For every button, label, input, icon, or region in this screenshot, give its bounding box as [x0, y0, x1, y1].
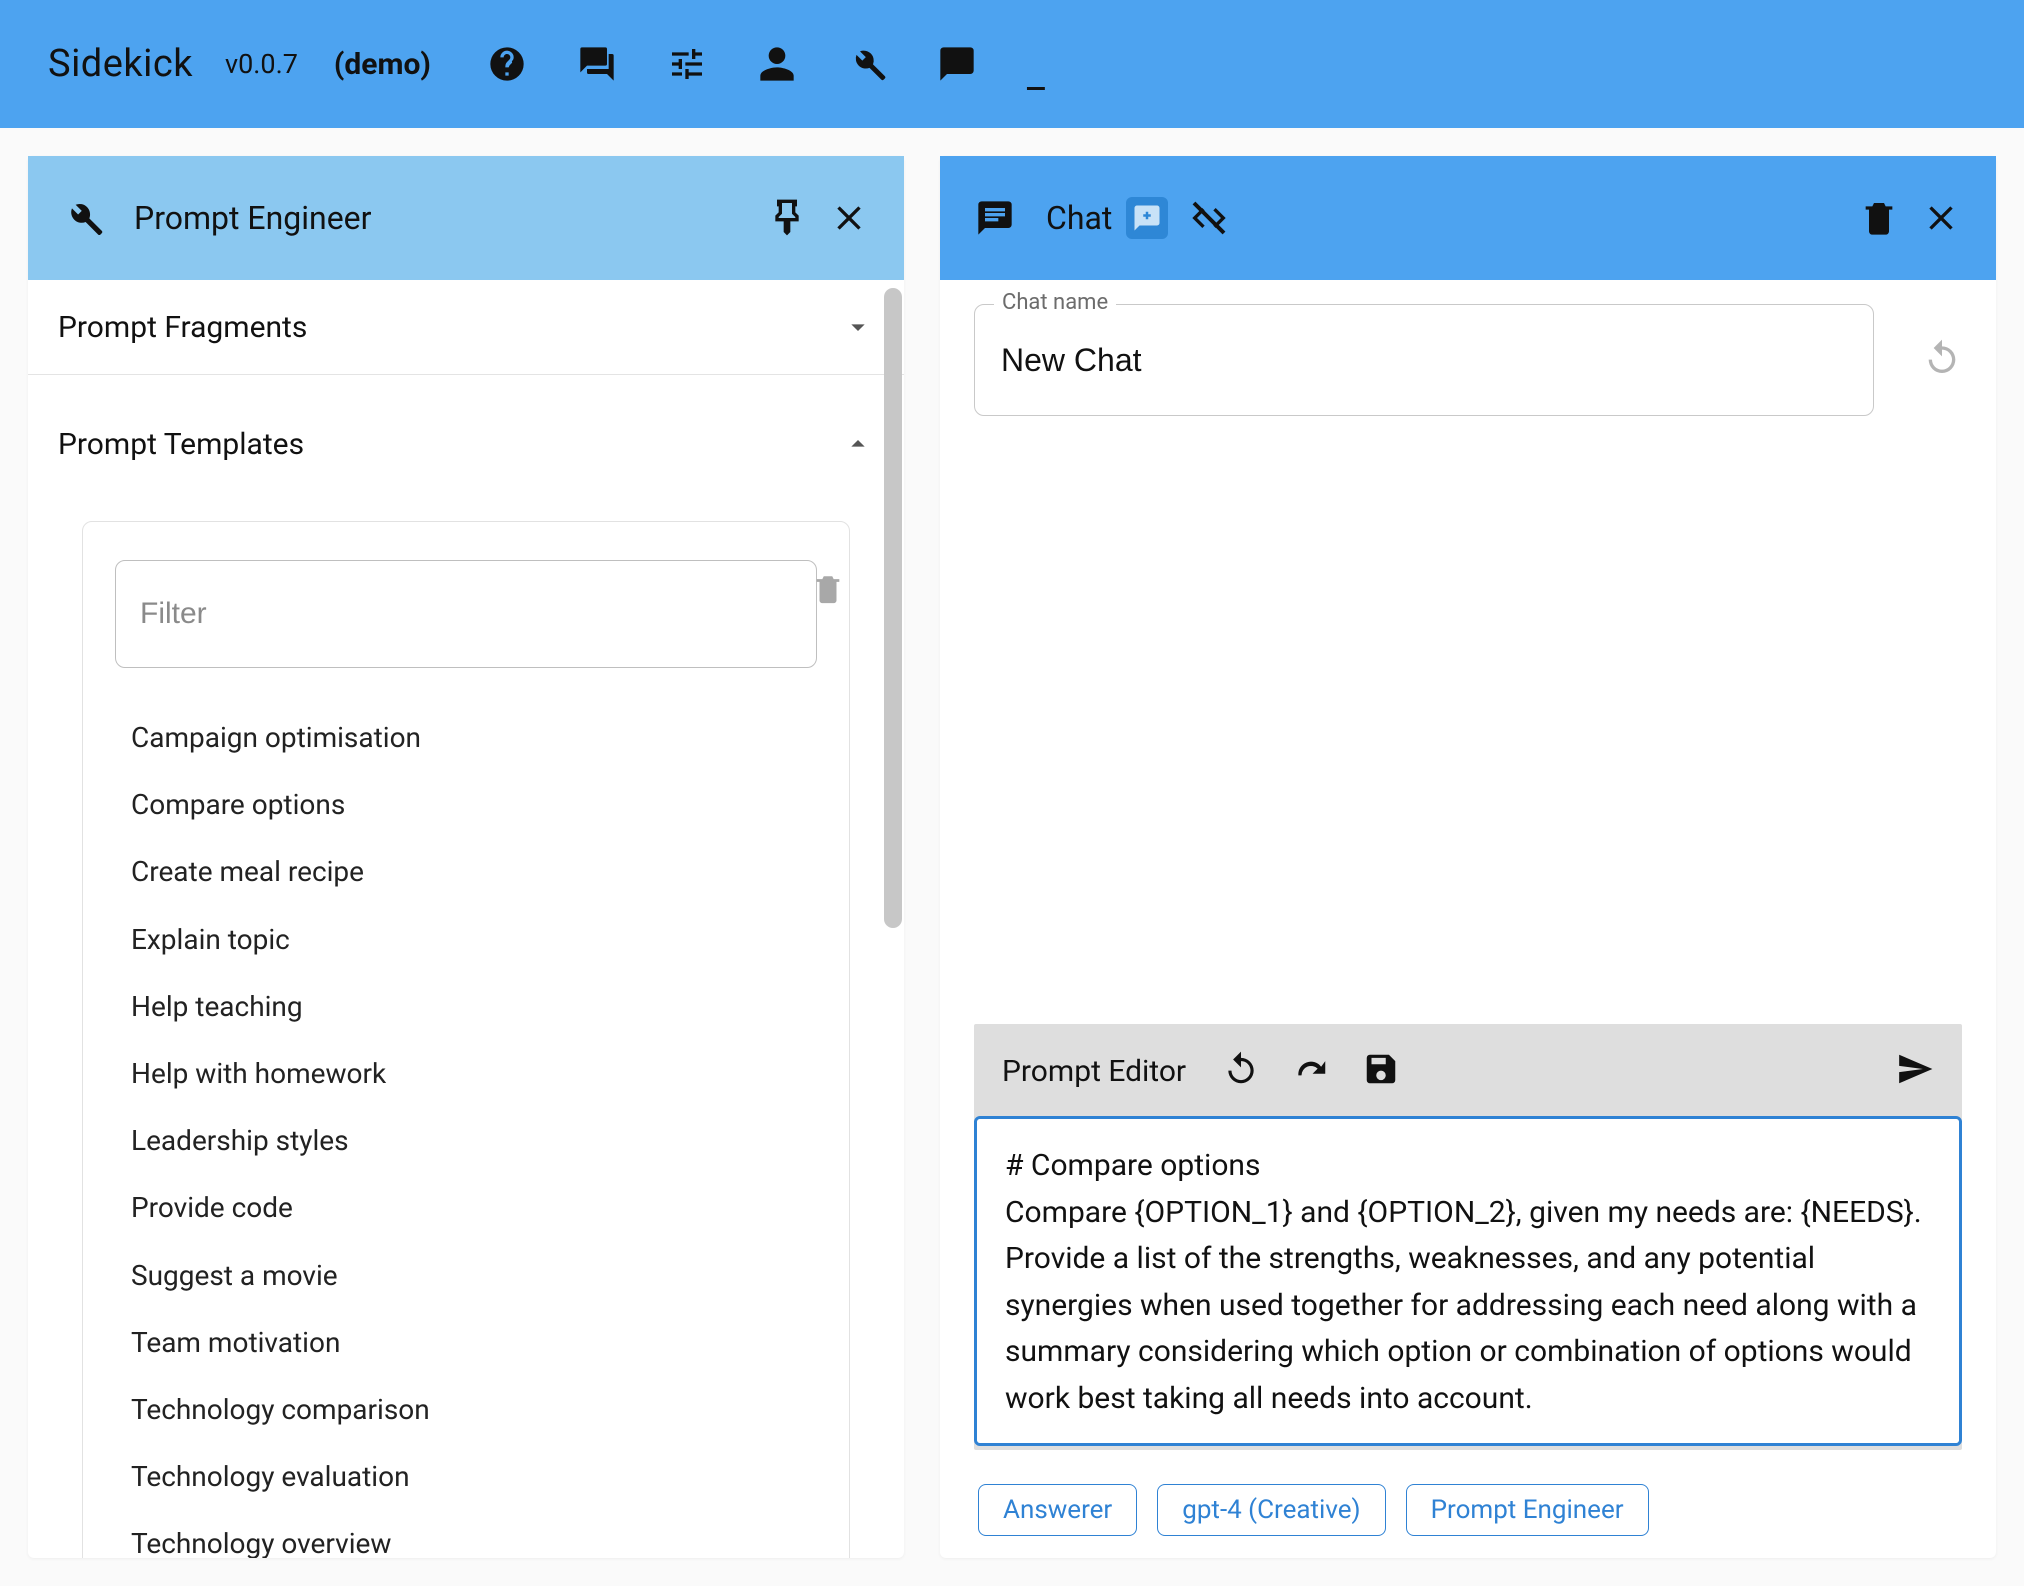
chat-name-label: Chat name	[994, 290, 1116, 315]
workspace: Prompt Engineer Prompt Fragments	[0, 128, 2024, 1586]
prompt-engineer-header: Prompt Engineer	[28, 156, 904, 280]
chat-header: Chat	[940, 156, 1996, 280]
template-item[interactable]: Create meal recipe	[125, 838, 807, 905]
template-item[interactable]: Provide code	[125, 1174, 807, 1241]
chip-row: Answerer gpt-4 (Creative) Prompt Enginee…	[974, 1470, 1962, 1540]
template-item[interactable]: Campaign optimisation	[125, 704, 807, 771]
template-item[interactable]: Help with homework	[125, 1040, 807, 1107]
scrollbar[interactable]	[884, 288, 902, 928]
trash-icon[interactable]	[1858, 197, 1900, 239]
template-item[interactable]: Suggest a movie	[125, 1242, 807, 1309]
template-item[interactable]: Help teaching	[125, 973, 807, 1040]
close-icon[interactable]	[828, 197, 870, 239]
left-panel-body: Prompt Fragments Prompt Templates	[28, 280, 904, 1558]
chip-model[interactable]: gpt-4 (Creative)	[1157, 1484, 1385, 1536]
chat-bubble-icon	[974, 197, 1016, 239]
panel-title: Prompt Engineer	[134, 199, 746, 237]
panel-title: Chat	[1046, 199, 1112, 237]
chat-name-field: Chat name	[974, 304, 1874, 416]
chat-messages-area	[974, 436, 1962, 1004]
template-item[interactable]: Technology overview	[125, 1510, 807, 1558]
template-item[interactable]: Explain topic	[125, 906, 807, 973]
pin-icon[interactable]	[766, 197, 808, 239]
reset-icon[interactable]	[1922, 338, 1962, 382]
top-bar: Sidekick v0.0.7 (demo) _	[0, 0, 2024, 128]
template-item[interactable]: Technology comparison	[125, 1376, 807, 1443]
add-chat-icon[interactable]	[1126, 197, 1168, 239]
editor-title: Prompt Editor	[1002, 1054, 1186, 1089]
comment-icon[interactable]	[937, 44, 977, 84]
close-icon[interactable]	[1920, 197, 1962, 239]
minimize-icon[interactable]: _	[1027, 32, 1045, 97]
app-demo-label: (demo)	[334, 47, 431, 82]
app-version: v0.0.7	[225, 48, 298, 80]
templates-body: Campaign optimisation Compare options Cr…	[58, 485, 874, 1558]
template-list: Campaign optimisation Compare options Cr…	[115, 684, 817, 1558]
chevron-down-icon	[842, 311, 874, 343]
chat-body: Chat name Prompt Editor	[940, 280, 1996, 1558]
help-icon[interactable]	[487, 44, 527, 84]
code-off-icon[interactable]	[1188, 197, 1230, 239]
chat-name-input[interactable]	[974, 304, 1874, 416]
app-brand: Sidekick	[48, 42, 193, 86]
chevron-up-icon	[842, 428, 874, 460]
wrench-icon	[62, 197, 104, 239]
editor-toolbar: Prompt Editor	[974, 1026, 1962, 1116]
chip-prompt-engineer[interactable]: Prompt Engineer	[1406, 1484, 1649, 1536]
accordion-label: Prompt Fragments	[58, 310, 307, 345]
redo-icon[interactable]	[1292, 1050, 1330, 1092]
filter-card: Campaign optimisation Compare options Cr…	[82, 521, 850, 1558]
template-item[interactable]: Technology evaluation	[125, 1443, 807, 1510]
chat-panel: Chat Chat name	[940, 156, 1996, 1558]
filter-input[interactable]	[115, 560, 817, 668]
send-icon[interactable]	[1896, 1050, 1934, 1092]
prompt-templates-section[interactable]: Prompt Templates Campaign	[28, 375, 904, 1558]
template-item[interactable]: Compare options	[125, 771, 807, 838]
accordion-label: Prompt Templates	[58, 427, 304, 462]
person-icon[interactable]	[757, 44, 797, 84]
prompt-engineer-panel: Prompt Engineer Prompt Fragments	[28, 156, 904, 1558]
save-icon[interactable]	[1362, 1050, 1400, 1092]
chat-name-row: Chat name	[974, 304, 1962, 416]
template-item[interactable]: Leadership styles	[125, 1107, 807, 1174]
undo-icon[interactable]	[1222, 1050, 1260, 1092]
wrench-icon[interactable]	[847, 44, 887, 84]
template-item[interactable]: Team motivation	[125, 1309, 807, 1376]
prompt-fragments-section[interactable]: Prompt Fragments	[28, 280, 904, 375]
trash-icon[interactable]	[811, 572, 851, 612]
prompt-editor-textarea[interactable]	[974, 1116, 1962, 1446]
qa-chat-icon[interactable]	[577, 44, 617, 84]
tune-icon[interactable]	[667, 44, 707, 84]
chip-answerer[interactable]: Answerer	[978, 1484, 1137, 1536]
prompt-editor-block: Prompt Editor	[974, 1024, 1962, 1450]
